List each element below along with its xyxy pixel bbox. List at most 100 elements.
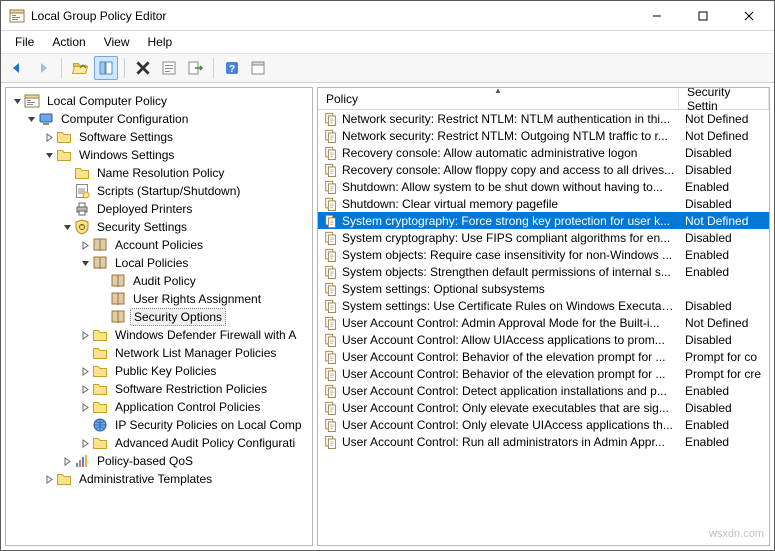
expander-icon[interactable]: [42, 472, 56, 486]
policy-row[interactable]: Recovery console: Allow floppy copy and …: [318, 161, 769, 178]
policy-name: User Account Control: Detect application…: [342, 384, 667, 398]
tree-admin-templates[interactable]: Administrative Templates: [6, 470, 312, 488]
policy-row[interactable]: User Account Control: Allow UIAccess app…: [318, 331, 769, 348]
tree-network-list[interactable]: Network List Manager Policies: [6, 344, 312, 362]
menu-view[interactable]: View: [96, 33, 138, 51]
policy-row[interactable]: System objects: Require case insensitivi…: [318, 246, 769, 263]
policy-row[interactable]: System settings: Optional subsystems: [318, 280, 769, 297]
tree-software-restriction[interactable]: Software Restriction Policies: [6, 380, 312, 398]
policy-row[interactable]: System objects: Strengthen default permi…: [318, 263, 769, 280]
minimize-button[interactable]: [634, 1, 680, 31]
policy-row[interactable]: Network security: Restrict NTLM: NTLM au…: [318, 110, 769, 127]
policy-cell: User Account Control: Detect application…: [318, 384, 679, 398]
tree-windows-settings[interactable]: Windows Settings: [6, 146, 312, 164]
tree-label: Security Settings: [94, 219, 190, 235]
tree-defender-fw[interactable]: Windows Defender Firewall with A: [6, 326, 312, 344]
tree-scripts[interactable]: Scripts (Startup/Shutdown): [6, 182, 312, 200]
expander-icon[interactable]: [24, 112, 38, 126]
column-security-setting[interactable]: Security Settin: [679, 88, 769, 109]
policy-row[interactable]: User Account Control: Behavior of the el…: [318, 365, 769, 382]
expander-icon[interactable]: [42, 130, 56, 144]
expander-icon[interactable]: [42, 148, 56, 162]
tree-public-key[interactable]: Public Key Policies: [6, 362, 312, 380]
policy-cell: System settings: Optional subsystems: [318, 282, 679, 296]
expander-icon[interactable]: [78, 238, 92, 252]
menu-action[interactable]: Action: [44, 33, 93, 51]
refresh-button[interactable]: [246, 56, 270, 80]
properties-button[interactable]: [157, 56, 181, 80]
tree-audit-policy[interactable]: Audit Policy: [6, 272, 312, 290]
maximize-button[interactable]: [680, 1, 726, 31]
tree-deployed-printers[interactable]: Deployed Printers: [6, 200, 312, 218]
expander-icon[interactable]: [78, 328, 92, 342]
expander-icon[interactable]: [78, 256, 92, 270]
export-button[interactable]: [183, 56, 207, 80]
policy-row[interactable]: System cryptography: Use FIPS compliant …: [318, 229, 769, 246]
policy-cell: System objects: Strengthen default permi…: [318, 265, 679, 279]
tree-root[interactable]: Local Computer Policy: [6, 92, 312, 110]
expander-icon[interactable]: [78, 400, 92, 414]
tree-qos[interactable]: Policy-based QoS: [6, 452, 312, 470]
expander-icon[interactable]: [78, 382, 92, 396]
policy-row[interactable]: System settings: Use Certificate Rules o…: [318, 297, 769, 314]
menu-help[interactable]: Help: [140, 33, 181, 51]
policy-row[interactable]: User Account Control: Behavior of the el…: [318, 348, 769, 365]
tree-account-policies[interactable]: Account Policies: [6, 236, 312, 254]
policy-row[interactable]: Shutdown: Allow system to be shut down w…: [318, 178, 769, 195]
globe-icon: [92, 417, 108, 433]
up-button[interactable]: [68, 56, 92, 80]
forward-button[interactable]: [31, 56, 55, 80]
policy-row[interactable]: Shutdown: Clear virtual memory pagefileD…: [318, 195, 769, 212]
expander-icon[interactable]: [10, 94, 24, 108]
folder-icon: [56, 147, 72, 163]
toolbar-separator: [61, 58, 62, 78]
folder-icon: [56, 471, 72, 487]
list-pane[interactable]: ▲ Policy Security Settin Network securit…: [317, 87, 770, 546]
policy-cell: Network security: Restrict NTLM: NTLM au…: [318, 112, 679, 126]
expander-icon[interactable]: [78, 436, 92, 450]
policy-row[interactable]: System cryptography: Force strong key pr…: [318, 212, 769, 229]
tree-pane[interactable]: Local Computer Policy Computer Configura…: [5, 87, 313, 546]
tree-label: Local Computer Policy: [44, 93, 170, 109]
tree-app-control[interactable]: Application Control Policies: [6, 398, 312, 416]
book-icon: [92, 255, 108, 271]
policy-row[interactable]: Network security: Restrict NTLM: Outgoin…: [318, 127, 769, 144]
tree[interactable]: Local Computer Policy Computer Configura…: [6, 88, 312, 545]
tree-ip-security[interactable]: IP Security Policies on Local Comp: [6, 416, 312, 434]
tree-name-resolution[interactable]: Name Resolution Policy: [6, 164, 312, 182]
book-icon: [92, 237, 108, 253]
tree-security-settings[interactable]: Security Settings: [6, 218, 312, 236]
policy-name: Recovery console: Allow automatic admini…: [342, 146, 637, 160]
tree-software-settings[interactable]: Software Settings: [6, 128, 312, 146]
setting-cell: Prompt for co: [679, 350, 769, 364]
policy-row[interactable]: User Account Control: Admin Approval Mod…: [318, 314, 769, 331]
policy-row[interactable]: User Account Control: Detect application…: [318, 382, 769, 399]
menu-file[interactable]: File: [7, 33, 42, 51]
tree-security-options[interactable]: Security Options: [6, 308, 312, 326]
tree-label: Windows Defender Firewall with A: [112, 327, 299, 343]
expander-icon[interactable]: [78, 364, 92, 378]
help-button[interactable]: ?: [220, 56, 244, 80]
back-button[interactable]: [5, 56, 29, 80]
delete-button[interactable]: [131, 56, 155, 80]
tree-advanced-audit[interactable]: Advanced Audit Policy Configurati: [6, 434, 312, 452]
policy-name: Recovery console: Allow floppy copy and …: [342, 163, 674, 177]
expander-icon[interactable]: [60, 220, 74, 234]
policy-row[interactable]: User Account Control: Only elevate UIAcc…: [318, 416, 769, 433]
column-policy[interactable]: ▲ Policy: [318, 88, 679, 109]
tree-computer-configuration[interactable]: Computer Configuration: [6, 110, 312, 128]
tree-user-rights[interactable]: User Rights Assignment: [6, 290, 312, 308]
list-body[interactable]: Network security: Restrict NTLM: NTLM au…: [318, 110, 769, 545]
policy-name: User Account Control: Run all administra…: [342, 435, 665, 449]
tree-label: Network List Manager Policies: [112, 345, 279, 361]
expander-icon[interactable]: [60, 454, 74, 468]
setting-cell: Enabled: [679, 384, 769, 398]
tree-local-policies[interactable]: Local Policies: [6, 254, 312, 272]
policy-row[interactable]: Recovery console: Allow automatic admini…: [318, 144, 769, 161]
policy-cell: Shutdown: Allow system to be shut down w…: [318, 180, 679, 194]
show-tree-button[interactable]: [94, 56, 118, 80]
close-button[interactable]: [726, 1, 772, 31]
setting-cell: Not Defined: [679, 316, 769, 330]
policy-row[interactable]: User Account Control: Only elevate execu…: [318, 399, 769, 416]
policy-row[interactable]: User Account Control: Run all administra…: [318, 433, 769, 450]
